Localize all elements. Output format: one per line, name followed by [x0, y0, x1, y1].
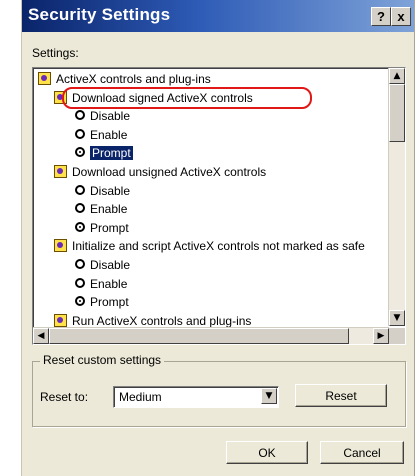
- vertical-scroll-thumb[interactable]: [389, 84, 405, 142]
- help-button[interactable]: ?: [371, 7, 391, 26]
- reset-level-value: Medium: [119, 390, 162, 404]
- horizontal-scrollbar[interactable]: ◀ ▶: [33, 327, 389, 344]
- tree-row-label: Disable: [90, 109, 131, 124]
- radio-unchecked-icon[interactable]: [75, 110, 85, 121]
- reset-level-select[interactable]: Medium ▼: [113, 386, 279, 408]
- settings-group-icon: [38, 72, 51, 85]
- radio-checked-icon[interactable]: [75, 296, 85, 307]
- settings-label: Settings:: [32, 46, 79, 60]
- ok-button[interactable]: OK: [226, 441, 308, 464]
- tree-row-label: Run ActiveX controls and plug-ins: [72, 313, 252, 328]
- radio-unchecked-icon[interactable]: [75, 184, 85, 195]
- radio-checked-icon[interactable]: [75, 147, 85, 158]
- reset-group-title: Reset custom settings: [40, 353, 165, 367]
- scroll-right-arrow-icon[interactable]: ▶: [373, 328, 389, 344]
- setting-icon: [54, 239, 67, 253]
- radio-unchecked-icon[interactable]: [75, 128, 85, 139]
- scroll-down-arrow-icon[interactable]: ▼: [389, 310, 405, 326]
- tree-row-label: Prompt: [90, 220, 129, 235]
- vertical-scrollbar[interactable]: ▲ ▼: [388, 68, 405, 326]
- close-button[interactable]: x: [391, 7, 411, 26]
- tree-row-label: ActiveX controls and plug-ins: [56, 72, 211, 86]
- tree-row-label: Prompt: [90, 146, 133, 161]
- setting-icon: [54, 165, 67, 178]
- tree-row-label: Enable: [90, 127, 128, 142]
- reset-to-label: Reset to:: [40, 390, 89, 404]
- reset-button[interactable]: Reset: [295, 384, 387, 407]
- chevron-down-icon[interactable]: ▼: [261, 388, 277, 404]
- cancel-button[interactable]: Cancel: [320, 441, 404, 464]
- tree-row-label: Enable: [90, 202, 128, 217]
- tree-row-label: Disable: [90, 258, 131, 272]
- title-bar[interactable]: Security Settings ? x: [22, 0, 414, 32]
- highlight-callout: [62, 87, 312, 109]
- tree-row-label: Disable: [90, 183, 131, 198]
- window-title: Security Settings: [28, 5, 171, 24]
- scroll-left-arrow-icon[interactable]: ◀: [33, 328, 49, 344]
- radio-checked-icon[interactable]: [75, 221, 85, 232]
- radio-unchecked-icon[interactable]: [75, 259, 85, 269]
- tree-row-label: Enable: [90, 276, 128, 291]
- radio-unchecked-icon[interactable]: [75, 203, 85, 214]
- reset-custom-settings-group: Reset custom settings Reset to: Medium ▼…: [32, 353, 406, 427]
- radio-unchecked-icon[interactable]: [75, 277, 85, 288]
- tree-row-label: Initialize and script ActiveX controls n…: [72, 239, 365, 254]
- setting-icon: [54, 313, 67, 327]
- horizontal-scroll-thumb[interactable]: [49, 328, 349, 344]
- security-settings-dialog: Security Settings ? x Settings: ActiveX …: [21, 0, 415, 476]
- scrollbar-corner: [389, 328, 405, 344]
- tree-row-label: Download unsigned ActiveX controls: [72, 165, 267, 179]
- tree-row-label: Prompt: [90, 295, 129, 310]
- scroll-up-arrow-icon[interactable]: ▲: [389, 68, 405, 84]
